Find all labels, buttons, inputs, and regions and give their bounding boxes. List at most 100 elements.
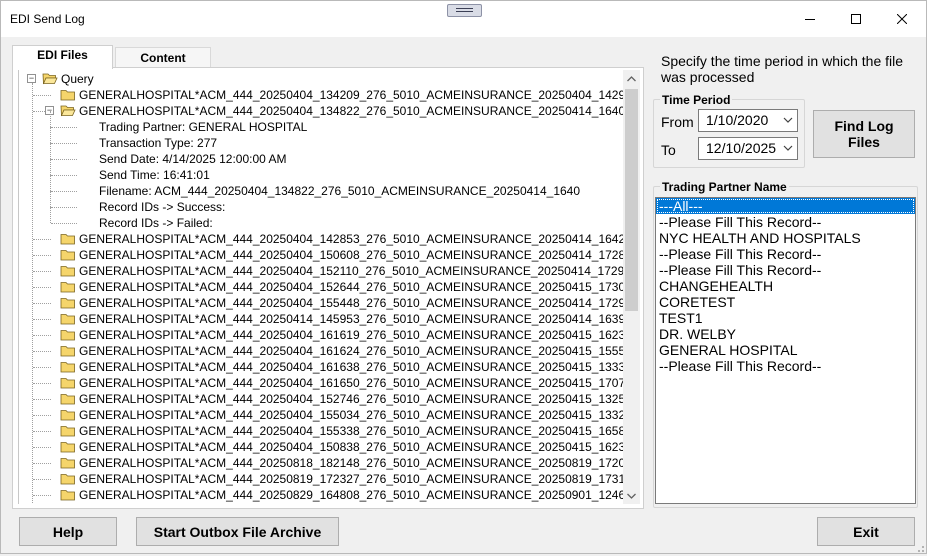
tree-node-label: GENERALHOSPITAL*ACM_444_20250404_152644_… xyxy=(79,280,623,294)
tree-connector xyxy=(51,159,77,160)
list-item[interactable]: --Please Fill This Record-- xyxy=(656,358,915,374)
tree-node-label: GENERALHOSPITAL*ACM_444_20250818_182148_… xyxy=(79,456,623,470)
tree-connector xyxy=(33,447,51,448)
tree-connector xyxy=(50,207,51,223)
list-item[interactable]: --Please Fill This Record-- xyxy=(656,262,915,278)
maximize-button[interactable] xyxy=(833,1,879,37)
folder-icon xyxy=(60,392,75,405)
tab-content[interactable]: Content xyxy=(115,47,211,67)
list-item[interactable]: --Please Fill This Record-- xyxy=(656,214,915,230)
tree-node-label: GENERALHOSPITAL*ACM_444_20250404_161650_… xyxy=(79,376,623,390)
title-bar: EDI Send Log xyxy=(1,1,926,37)
tree-connector xyxy=(33,335,51,336)
to-label: To xyxy=(661,142,676,158)
tree-connector xyxy=(50,191,51,207)
tree-connector xyxy=(33,255,51,256)
close-button[interactable] xyxy=(879,1,925,37)
tree-node-label: GENERALHOSPITAL*ACM_444_20250404_152746_… xyxy=(79,392,623,406)
exit-button[interactable]: Exit xyxy=(817,517,915,546)
tree-scrollbar[interactable] xyxy=(623,70,640,504)
tree-node-label: GENERALHOSPITAL*ACM_444_20250414_145953_… xyxy=(79,312,623,326)
resize-grip-icon[interactable] xyxy=(915,542,925,552)
tree-connector xyxy=(51,127,77,128)
time-period-label: Time Period xyxy=(660,93,733,107)
tree-connector xyxy=(50,127,51,143)
edi-send-log-window: EDI Send Log EDI Files Content − Query GEN… xyxy=(0,0,927,554)
chevron-down-icon xyxy=(783,145,793,151)
find-log-files-button[interactable]: Find Log Files xyxy=(813,110,915,158)
trading-partner-list[interactable]: ---All--- --Please Fill This Record-- NYC … xyxy=(655,197,916,504)
to-date-value: 12/10/2025 xyxy=(706,140,777,156)
tree-node-label: GENERALHOSPITAL*ACM_444_20250404_161624_… xyxy=(79,344,623,358)
folder-icon xyxy=(60,360,75,373)
list-item[interactable]: CHANGEHEALTH xyxy=(656,278,915,294)
time-period-hint: Specify the time period in which the fil… xyxy=(661,53,904,85)
list-item[interactable]: NYC HEALTH AND HOSPITALS xyxy=(656,230,915,246)
tree-connector xyxy=(33,351,51,352)
list-item[interactable]: TEST1 xyxy=(656,310,915,326)
maximize-icon xyxy=(851,14,861,24)
tree-connector xyxy=(50,111,51,127)
list-item[interactable]: DR. WELBY xyxy=(656,326,915,342)
scroll-down-button[interactable] xyxy=(623,487,640,504)
folder-icon xyxy=(60,232,75,245)
tree-node-label: GENERALHOSPITAL*ACM_444_20250404_155338_… xyxy=(79,424,623,438)
tree-node-label: GENERALHOSPITAL*ACM_444_20250404_161638_… xyxy=(79,360,623,374)
folder-icon xyxy=(60,264,75,277)
list-item[interactable]: ---All--- xyxy=(656,198,915,214)
scroll-up-button[interactable] xyxy=(623,70,640,87)
list-item[interactable]: --Please Fill This Record-- xyxy=(656,246,915,262)
tree-connector xyxy=(50,143,51,159)
folder-icon xyxy=(60,440,75,453)
scroll-thumb[interactable] xyxy=(625,89,638,311)
tree-connector xyxy=(33,383,51,384)
folder-icon xyxy=(60,376,75,389)
tree-connector xyxy=(51,191,77,192)
minimize-icon xyxy=(805,19,815,20)
from-date-picker[interactable]: 1/10/2020 xyxy=(698,109,798,132)
folder-icon xyxy=(60,312,75,325)
to-date-picker[interactable]: 12/10/2025 xyxy=(698,137,798,160)
tree-node-label: GENERALHOSPITAL*ACM_444_20250404_134209_… xyxy=(79,88,623,102)
chevron-down-icon xyxy=(627,493,636,499)
help-button[interactable]: Help xyxy=(19,517,117,546)
tree-node-label: GENERALHOSPITAL*ACM_444_20250404_142853_… xyxy=(79,232,623,246)
tree-node-label: GENERALHOSPITAL*ACM_444_20250404_161619_… xyxy=(79,328,623,342)
tree-node-label: GENERALHOSPITAL*ACM_444_20250404_155034_… xyxy=(79,408,623,422)
from-label: From xyxy=(661,114,694,130)
tree-connector xyxy=(33,431,51,432)
minimize-button[interactable] xyxy=(787,1,833,37)
folder-open-icon xyxy=(60,104,76,117)
folder-icon xyxy=(60,488,75,501)
tree-connector xyxy=(33,479,51,480)
tab-edi-files[interactable]: EDI Files xyxy=(12,45,113,69)
folder-icon xyxy=(60,408,75,421)
grip-handle-icon[interactable] xyxy=(447,4,482,17)
tree-connector xyxy=(33,239,51,240)
tree-connector xyxy=(51,207,77,208)
list-item[interactable]: CORETEST xyxy=(656,294,915,310)
tree-connector xyxy=(33,95,51,96)
tree-connector xyxy=(33,415,51,416)
tree-connector xyxy=(33,463,51,464)
window-title: EDI Send Log xyxy=(10,12,85,26)
tree-node-label: GENERALHOSPITAL*ACM_444_20250404_152110_… xyxy=(79,264,623,278)
tree-connector xyxy=(33,319,51,320)
folder-icon xyxy=(60,456,75,469)
folder-icon xyxy=(60,472,75,485)
tree-connector xyxy=(33,399,51,400)
folder-icon xyxy=(60,328,75,341)
tree-node-label: GENERALHOSPITAL*ACM_444_20250819_172327_… xyxy=(79,472,623,486)
close-icon xyxy=(897,14,907,24)
tree-connector xyxy=(51,175,77,176)
file-tree[interactable]: − Query GENERALHOSPITAL*ACM_444_20250404_1… xyxy=(18,70,623,504)
collapse-icon[interactable]: − xyxy=(27,74,36,83)
folder-icon xyxy=(60,248,75,261)
tree-node-label: Record IDs -> Success: xyxy=(99,200,226,214)
tree-node-label: GENERALHOSPITAL*ACM_444_20250404_155448_… xyxy=(79,296,623,310)
tree-node-label: Query xyxy=(61,72,94,86)
list-item[interactable]: GENERAL HOSPITAL xyxy=(656,342,915,358)
tree-node-label: Send Date: 4/14/2025 12:00:00 AM xyxy=(99,152,287,166)
tree-connector xyxy=(51,223,77,224)
start-outbox-archive-button[interactable]: Start Outbox File Archive xyxy=(136,517,339,546)
